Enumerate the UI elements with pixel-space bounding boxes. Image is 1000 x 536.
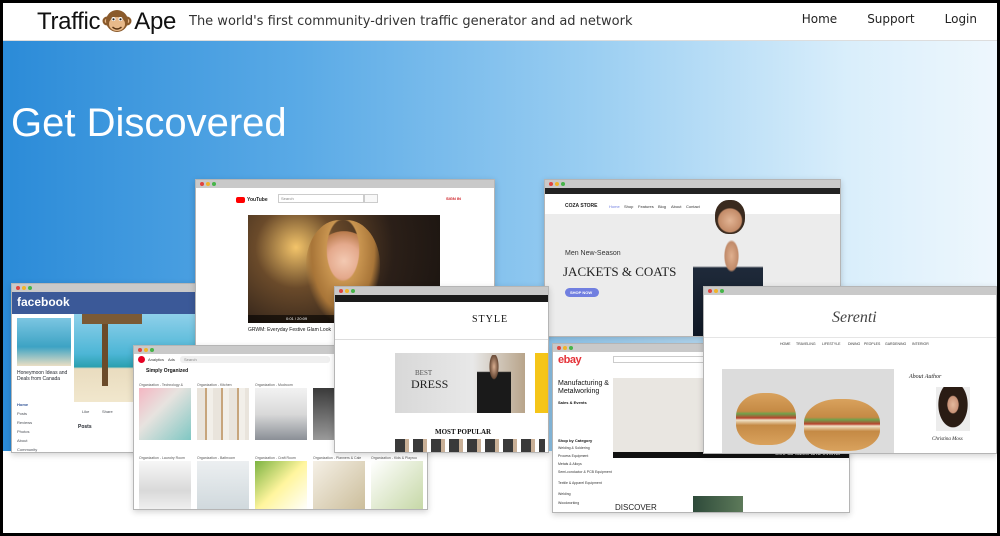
ebay-item-1[interactable]: Process Equipment bbox=[558, 454, 588, 458]
page-frame: Traffic Ape The world's first community-… bbox=[3, 3, 997, 533]
ebay-item-2[interactable]: Metals & Alloys bbox=[558, 462, 582, 466]
serenti-menu-interior[interactable]: INTERIOR bbox=[912, 342, 929, 346]
ebay-sales-events: Sales & Events bbox=[558, 400, 587, 405]
site-logo[interactable]: Traffic Ape bbox=[37, 5, 176, 39]
coza-menu-blog[interactable]: Blog bbox=[658, 204, 666, 209]
serenti-menu-home[interactable]: HOME bbox=[780, 342, 791, 346]
youtube-video-title[interactable]: GRWM: Everyday Festive Glam Look bbox=[248, 327, 331, 333]
coza-shop-now-button[interactable]: SHOP NOW bbox=[570, 290, 592, 295]
ebay-category-title: Manufacturing & Metalworking bbox=[558, 380, 609, 395]
pin-kitchen[interactable]: Organization - Kitchen bbox=[197, 383, 232, 387]
facebook-profile-photo bbox=[17, 318, 71, 366]
youtube-time: 0:01 / 20:09 bbox=[286, 316, 308, 321]
pinterest-tab-analytics[interactable]: Analytics bbox=[148, 357, 164, 362]
pinterest-search-input[interactable]: Search bbox=[184, 357, 197, 362]
youtube-logo-icon bbox=[236, 197, 245, 203]
pinterest-tab-ads[interactable]: Ads bbox=[168, 357, 175, 362]
pin-kids-playroom[interactable]: Organization - Kids & Playroo bbox=[371, 456, 417, 460]
serenti-menu-traveling[interactable]: TRAVELING bbox=[796, 342, 816, 346]
main-nav: Home Support Login bbox=[772, 12, 977, 26]
coza-menu-about[interactable]: About bbox=[671, 204, 681, 209]
logo-text-left: Traffic bbox=[37, 8, 101, 35]
facebook-menu-posts[interactable]: Posts bbox=[17, 411, 27, 416]
coza-logo[interactable]: COZA STORE bbox=[565, 203, 598, 209]
facebook-brand: facebook bbox=[17, 295, 70, 309]
ebay-logo[interactable]: ebay bbox=[558, 354, 582, 366]
facebook-menu-home[interactable]: Home bbox=[17, 402, 28, 407]
ebay-item-3[interactable]: Semi-conductor & PCB Equipment bbox=[558, 470, 612, 474]
facebook-posts-label: Posts bbox=[78, 424, 92, 430]
logo-text-right: Ape bbox=[134, 8, 177, 35]
style-banner-big: DRESS bbox=[411, 377, 449, 391]
coza-menu-shop[interactable]: Shop bbox=[624, 204, 633, 209]
nav-support-link[interactable]: Support bbox=[867, 12, 914, 26]
pinterest-logo-icon bbox=[138, 356, 145, 363]
serenti-author-avatar bbox=[936, 387, 970, 431]
coza-menu-contact[interactable]: Contact bbox=[686, 204, 700, 209]
ebay-item-5[interactable]: Welding bbox=[558, 492, 571, 496]
coza-menu-home[interactable]: Home bbox=[609, 204, 620, 209]
coza-season: Men New-Season bbox=[565, 250, 621, 257]
serenti-menu-lifestyle[interactable]: LIFESTYLE bbox=[822, 342, 840, 346]
pin-planners[interactable]: Organization - Planners & Cale bbox=[313, 456, 361, 460]
pinterest-board-title: Simply Organized bbox=[146, 368, 189, 374]
pin-mudroom[interactable]: Organization - Mudroom bbox=[255, 383, 293, 387]
ebay-discover: DISCOVER bbox=[615, 503, 657, 512]
youtube-search-placeholder: Search bbox=[281, 196, 294, 201]
facebook-share-button[interactable]: Share bbox=[102, 409, 113, 414]
site-header: Traffic Ape The world's first community-… bbox=[3, 3, 997, 41]
style-logo[interactable]: STYLE bbox=[472, 314, 508, 325]
serenti-menu-gardening[interactable]: GARDENING bbox=[885, 342, 906, 346]
facebook-menu-photos[interactable]: Photos bbox=[17, 429, 29, 434]
pin-laundry-room[interactable]: Organization - Laundry Room bbox=[139, 456, 185, 460]
style-banner-small: BEST bbox=[415, 369, 433, 377]
facebook-menu-community[interactable]: Community bbox=[17, 447, 37, 452]
serenti-menu-peoples[interactable]: PEOPLES bbox=[864, 342, 880, 346]
facebook-menu-about[interactable]: About bbox=[17, 438, 27, 443]
facebook-like-button[interactable]: Like bbox=[82, 409, 89, 414]
hero-title: Get Discovered bbox=[11, 101, 287, 145]
ebay-item-0[interactable]: Welding & Soldering bbox=[558, 446, 590, 450]
serenti-logo[interactable]: Serenti bbox=[832, 309, 877, 327]
screenshot-style-magazine: STYLE BEST DRESS MOST POPULAR bbox=[334, 286, 549, 453]
facebook-menu-reviews[interactable]: Reviews bbox=[17, 420, 32, 425]
youtube-sign-in-button[interactable]: SIGN IN bbox=[446, 196, 461, 201]
site-tagline: The world's first community-driven traff… bbox=[189, 14, 633, 29]
screenshot-serenti: Serenti HOME TRAVELING LIFESTYLE DINING … bbox=[703, 286, 997, 454]
pin-craft-room[interactable]: Organization - Craft Room bbox=[255, 456, 296, 460]
ebay-item-4[interactable]: Textile & Apparel Equipment bbox=[558, 481, 602, 485]
serenti-menu-dining[interactable]: DINING bbox=[848, 342, 860, 346]
serenti-about-author: About Author bbox=[909, 374, 942, 380]
coza-headline: JACKETS & COATS bbox=[563, 264, 677, 279]
nav-login-link[interactable]: Login bbox=[945, 12, 977, 26]
monkey-icon bbox=[102, 7, 132, 37]
facebook-page-name: Honeymoon Ideas and Deals from Canada bbox=[17, 370, 68, 382]
pin-bathroom[interactable]: Organization - Bathroom bbox=[197, 456, 235, 460]
coza-menu-features[interactable]: Features bbox=[638, 204, 654, 209]
serenti-author-name: Christina Moss bbox=[932, 437, 963, 442]
pin-technology[interactable]: Organization - Technology & bbox=[139, 383, 183, 387]
style-most-popular: MOST POPULAR bbox=[435, 428, 492, 436]
ebay-item-6[interactable]: Woodworking bbox=[558, 501, 579, 505]
ebay-shop-by-category: Shop by Category bbox=[558, 438, 593, 443]
nav-home-link[interactable]: Home bbox=[802, 12, 837, 26]
